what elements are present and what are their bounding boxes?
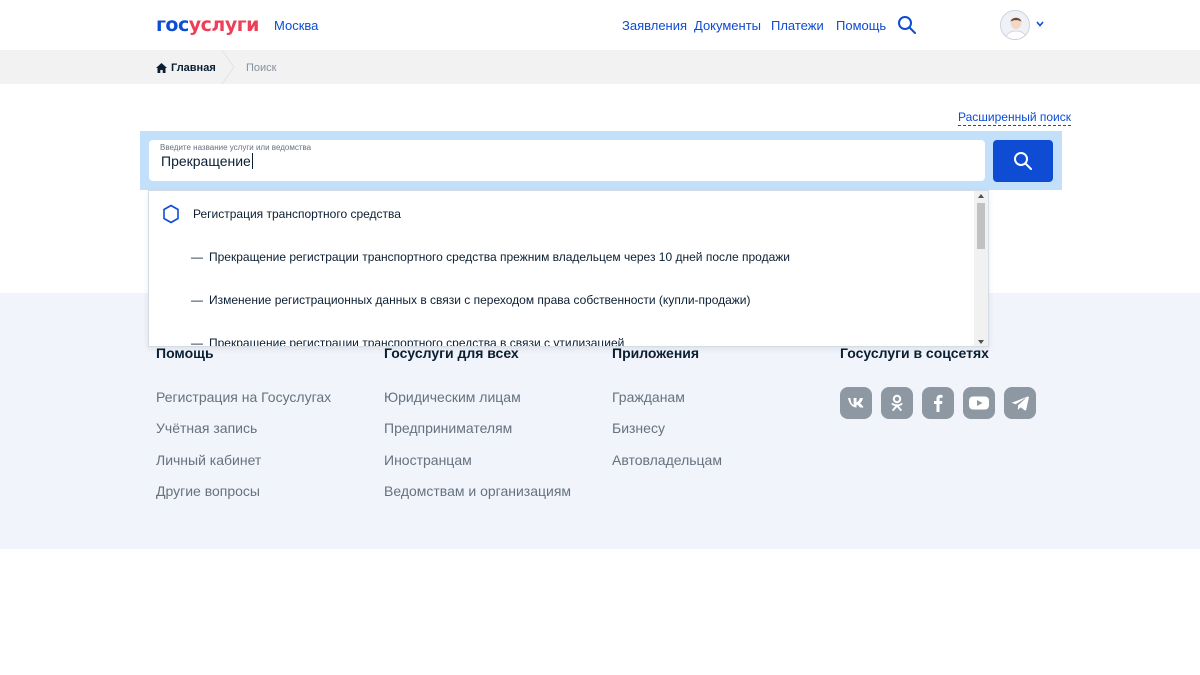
nav-documents[interactable]: Документы [694,18,761,33]
logo-part2: услуги [188,14,260,36]
footer-link[interactable]: Автовладельцам [612,451,722,482]
suggestions-list: Регистрация транспортного средства — Прек… [149,191,975,347]
footer-link[interactable]: Личный кабинет [156,451,331,482]
social-links [840,387,1045,419]
chevron-down-icon[interactable] [1035,19,1045,29]
breadcrumb-current: Поиск [246,62,277,74]
suggestion-item[interactable]: — Прекращение регистрации транспортного с… [191,250,790,264]
telegram-icon[interactable] [1004,387,1036,419]
suggestion-item[interactable]: — Изменение регистрационных данных в связ… [191,293,751,307]
search-button[interactable] [993,140,1053,182]
suggestion-group[interactable]: Регистрация транспортного средства [162,204,401,224]
footer-column-help: Помощь Регистрация на Госуслугах Учётная… [156,345,331,513]
footer-link[interactable]: Предпринимателям [384,419,571,450]
suggestion-item-label: Прекращение регистрации транспортного ср… [209,336,625,347]
header: госуслуги Москва Заявления Документы Пла… [0,0,1200,50]
avatar[interactable] [1000,10,1030,40]
breadcrumb: Главная Поиск [0,50,1200,84]
search-input-label: Введите название услуги или ведомства [160,143,312,152]
scroll-up-arrow-icon[interactable] [978,194,984,198]
search-suggestions-dropdown: Регистрация транспортного средства — Прек… [148,190,989,347]
footer-link[interactable]: Ведомствам и организациям [384,482,571,513]
scrollbar[interactable] [974,191,988,346]
nav-help[interactable]: Помощь [836,18,886,33]
footer-column-title: Госуслуги в соцсетях [840,345,989,361]
footer-link[interactable]: Юридическим лицам [384,388,571,419]
gosuslugi-logo[interactable]: госуслуги [156,14,259,36]
search-icon [1014,152,1032,170]
scroll-thumb[interactable] [977,203,985,249]
footer-column-apps: Приложения Гражданам Бизнесу Автовладель… [612,345,722,482]
dash-icon: — [191,250,203,264]
breadcrumb-home[interactable]: Главная [156,62,216,74]
footer-link[interactable]: Другие вопросы [156,482,331,513]
nav-applications[interactable]: Заявления [622,18,687,33]
breadcrumb-home-label: Главная [171,62,216,74]
search-input-value[interactable]: Прекращение [161,153,253,169]
advanced-search-link[interactable]: Расширенный поиск [958,110,1071,126]
footer-column-title: Госуслуги для всех [384,345,519,361]
footer-link[interactable]: Иностранцам [384,451,571,482]
footer-link[interactable]: Учётная запись [156,419,331,450]
footer-column-social: Госуслуги в соцсетях [840,345,989,365]
dash-icon: — [191,336,203,347]
footer-column-title: Помощь [156,345,214,361]
search-icon[interactable] [897,15,917,35]
logo-part1: гос [156,14,189,36]
nav-payments[interactable]: Платежи [771,18,824,33]
user-avatar-icon [1001,11,1029,39]
footer-column-title: Приложения [612,345,700,361]
scroll-down-arrow-icon[interactable] [978,340,984,344]
suggestion-group-label: Регистрация транспортного средства [193,207,401,221]
vk-icon[interactable] [840,387,872,419]
search-input[interactable]: Введите название услуги или ведомства Пр… [149,140,985,181]
breadcrumb-separator-icon [221,50,235,84]
footer-column-for-all: Госуслуги для всех Юридическим лицам Пре… [384,345,571,513]
suggestion-item[interactable]: — Прекращение регистрации транспортного с… [191,336,625,347]
youtube-icon[interactable] [963,387,995,419]
footer-link[interactable]: Гражданам [612,388,722,419]
odnoklassniki-icon[interactable] [881,387,913,419]
suggestion-item-label: Прекращение регистрации транспортного ср… [209,250,790,264]
city-selector[interactable]: Москва [274,18,318,33]
facebook-icon[interactable] [922,387,954,419]
suggestion-item-label: Изменение регистрационных данных в связи… [209,293,751,307]
dash-icon: — [191,293,203,307]
footer-link[interactable]: Бизнесу [612,419,722,450]
hexagon-icon [163,204,179,224]
footer-link[interactable]: Регистрация на Госуслугах [156,388,331,419]
home-icon [156,63,167,73]
